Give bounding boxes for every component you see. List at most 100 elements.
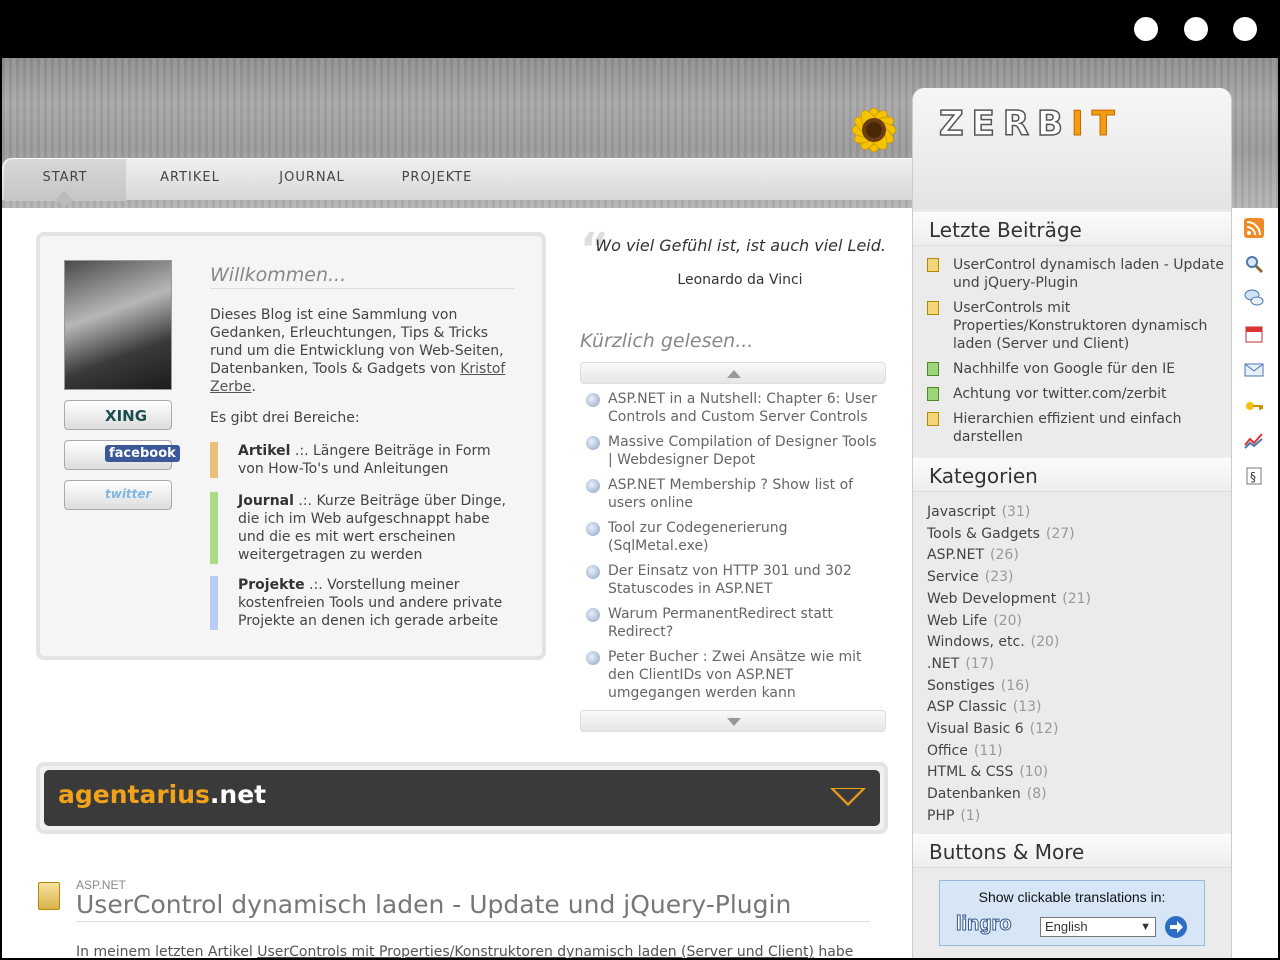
category-count: (31) [1001, 504, 1031, 520]
lingro-logo[interactable]: lingro [956, 913, 1013, 936]
comments-icon[interactable] [1244, 288, 1264, 308]
read-item-label: Der Einsatz von HTTP 301 und 302 Statusc… [608, 563, 852, 597]
category-name: HTML & CSS [927, 764, 1014, 781]
rss-icon[interactable] [1244, 218, 1264, 238]
list-item[interactable]: ASP.NET Membership ? Show list of users … [586, 476, 882, 512]
list-item[interactable]: Warum PermanentRedirect statt Redirect? [586, 605, 882, 641]
category-count: (10) [1019, 764, 1049, 781]
xing-button[interactable]: XING [64, 400, 172, 430]
list-item[interactable]: Hierarchien effizient und einfach darste… [927, 410, 1227, 446]
read-item-label: ASP.NET Membership ? Show list of users … [608, 477, 854, 511]
list-item[interactable]: Peter Bucher : Zwei Ansätze wie mit den … [586, 648, 882, 702]
arrow-right-icon[interactable] [1164, 915, 1188, 939]
category-count: (27) [1045, 525, 1075, 542]
buttons-heading: Buttons & More [913, 834, 1231, 868]
globe-icon [586, 522, 600, 536]
read-item-label: Tool zur Codegenerierung (SqlMetal.exe) [608, 520, 788, 554]
category-item[interactable]: Service (23) [927, 567, 1227, 589]
nav-journal[interactable]: Journal [252, 159, 372, 201]
read-item-label: Peter Bucher : Zwei Ansätze wie mit den … [608, 649, 862, 701]
facebook-button[interactable]: facebook [64, 440, 180, 470]
category-name: Sonstiges [927, 677, 995, 694]
category-item[interactable]: HTML & CSS (10) [927, 762, 1227, 784]
category-count: (8) [1026, 786, 1047, 803]
recently-read-title: Kürzlich gelesen... [580, 330, 754, 352]
area-projekte: Projekte .:. Vorstellung meiner kostenfr… [210, 576, 510, 630]
category-item[interactable]: Windows, etc. (20) [927, 632, 1227, 654]
recent-post-label: UserControl dynamisch laden - Update und… [953, 257, 1224, 291]
category-item[interactable]: ASP Classic (13) [927, 697, 1227, 719]
globe-icon [586, 565, 600, 579]
category-count: (21) [1062, 590, 1091, 607]
legal-icon[interactable]: § [1244, 466, 1264, 486]
category-name: PHP [927, 807, 955, 824]
category-count: (23) [984, 569, 1014, 586]
article-link[interactable]: UserControls mit Properties/Konstruktore… [257, 944, 814, 958]
category-item[interactable]: Visual Basic 6 (12) [927, 719, 1227, 741]
logo-main: ZERB [938, 103, 1071, 145]
category-name: .NET [927, 655, 960, 672]
category-count: (1) [960, 807, 981, 824]
language-selected: English [1045, 919, 1088, 934]
areas-intro: Es gibt drei Bereiche: [210, 410, 360, 426]
category-count: (11) [973, 742, 1003, 759]
category-count: (13) [1012, 699, 1042, 716]
article-excerpt-pre: In meinem letzten Artikel [76, 944, 258, 958]
category-item[interactable]: .NET (17) [927, 654, 1227, 676]
twitter-button[interactable]: twitter [64, 480, 172, 510]
list-item[interactable]: Massive Compilation of Designer Tools | … [586, 433, 882, 469]
area-sep: .:. [304, 577, 328, 593]
category-item[interactable]: Office (11) [927, 741, 1227, 763]
list-item[interactable]: ASP.NET in a Nutshell: Chapter 6: User C… [586, 390, 882, 426]
list-item[interactable]: UserControls mit Properties/Konstruktore… [927, 299, 1227, 353]
translate-widget: Show clickable translations in: lingro E… [939, 880, 1205, 946]
category-item[interactable]: Web Development (21) [927, 589, 1227, 611]
stats-icon[interactable] [1244, 430, 1264, 450]
banner-brand-name: agentarius [58, 780, 210, 809]
search-icon[interactable] [1244, 254, 1264, 274]
list-item[interactable]: Der Einsatz von HTTP 301 und 302 Statusc… [586, 562, 882, 598]
category-item[interactable]: Javascript (31) [927, 502, 1227, 524]
category-item[interactable]: Datenbanken (8) [927, 784, 1227, 806]
list-item[interactable]: UserControl dynamisch laden - Update und… [927, 256, 1227, 292]
read-item-label: Warum PermanentRedirect statt Redirect? [608, 606, 833, 640]
nav-projekte[interactable]: Projekte [374, 159, 500, 201]
list-item[interactable]: Nachhilfe von Google für den IE [927, 360, 1227, 378]
login-icon[interactable] [1244, 396, 1264, 416]
list-item[interactable]: Tool zur Codegenerierung (SqlMetal.exe) [586, 519, 882, 555]
category-name: ASP Classic [927, 699, 1007, 716]
site-logo[interactable]: ZERBIT [938, 103, 1123, 145]
calendar-icon[interactable] [1244, 324, 1264, 344]
language-select[interactable]: English ▼ [1040, 917, 1156, 937]
chevron-down-icon[interactable] [830, 788, 866, 806]
journal-icon [927, 362, 939, 376]
category-item[interactable]: ASP.NET (26) [927, 545, 1227, 567]
category-name: Windows, etc. [927, 634, 1025, 651]
window-control-3[interactable] [1233, 17, 1257, 41]
mail-icon[interactable] [1244, 360, 1264, 380]
category-name: Datenbanken [927, 786, 1021, 803]
window-control-2[interactable] [1184, 17, 1208, 41]
list-item[interactable]: Achtung vor twitter.com/zerbit [927, 385, 1227, 403]
recent-post-label: Nachhilfe von Google für den IE [953, 361, 1176, 377]
scroll-down-button[interactable] [580, 710, 886, 732]
category-item[interactable]: PHP (1) [927, 806, 1227, 828]
nav-artikel[interactable]: Artikel [130, 159, 250, 201]
categories-heading: Kategorien [913, 458, 1231, 492]
category-item[interactable]: Web Life (20) [927, 611, 1227, 633]
globe-icon [586, 651, 600, 665]
main-nav: Start Artikel Journal Projekte [2, 158, 914, 201]
welcome-box: XING facebook twitter Willkommen... Dies… [36, 232, 546, 660]
globe-icon [586, 479, 600, 493]
recent-post-label: Hierarchien effizient und einfach darste… [953, 411, 1182, 445]
window-control-1[interactable] [1134, 17, 1158, 41]
category-item[interactable]: Tools & Gadgets (27) [927, 524, 1227, 546]
category-item[interactable]: Sonstiges (16) [927, 676, 1227, 698]
recent-post-label: UserControls mit Properties/Konstruktore… [953, 300, 1208, 352]
page-viewport: Start Artikel Journal Projekte XING face… [2, 58, 1278, 958]
article-title[interactable]: UserControl dynamisch laden - Update und… [76, 890, 870, 922]
ad-banner-frame: agentarius.net [36, 762, 888, 834]
category-count: (12) [1029, 721, 1059, 738]
agentarius-banner[interactable]: agentarius.net [44, 770, 880, 826]
scroll-up-button[interactable] [580, 362, 886, 384]
